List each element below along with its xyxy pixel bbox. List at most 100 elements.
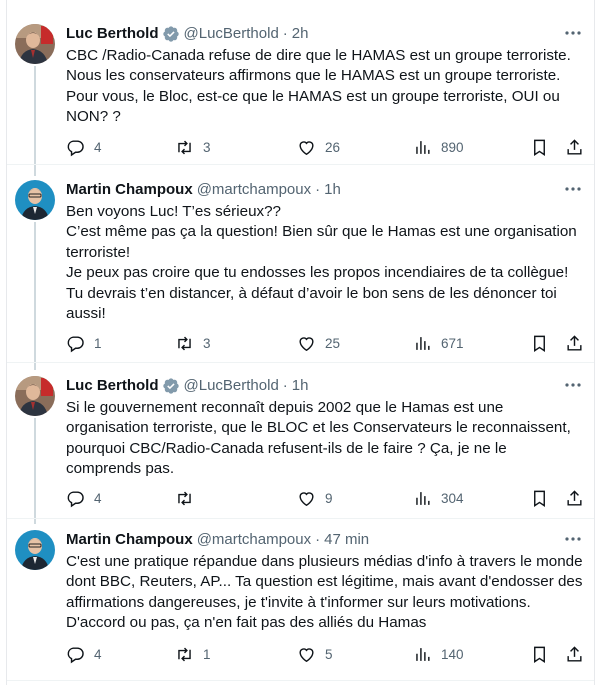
views-button[interactable]: 304 <box>413 487 464 509</box>
retweet-count: 3 <box>203 335 211 351</box>
views-count: 304 <box>441 490 464 506</box>
retweet-icon <box>178 336 191 350</box>
like-count: 5 <box>325 646 333 662</box>
retweet-count: 1 <box>203 646 211 662</box>
bookmark-button[interactable] <box>530 643 549 665</box>
separator-dot: · <box>282 377 288 394</box>
like-button[interactable]: 25 <box>297 332 340 354</box>
share-button[interactable] <box>565 332 584 354</box>
verified-badge-icon <box>162 378 179 394</box>
like-button[interactable]: 5 <box>297 643 333 665</box>
share-button[interactable] <box>565 136 584 158</box>
separator-dot: · <box>315 181 321 198</box>
tweet-paragraph: Si le gouvernement reconnaît depuis 2002… <box>66 399 571 478</box>
share-icon <box>567 334 582 351</box>
tweet[interactable]: Luc Berthold @LucBerthold · 2h CBC /Radi… <box>7 24 594 174</box>
share-icon <box>567 138 582 155</box>
author-name[interactable]: Martin Champoux <box>66 180 193 200</box>
timestamp[interactable]: 47 min <box>324 530 369 550</box>
tweet[interactable]: Martin Champoux @martchampoux · 47 min C… <box>7 530 594 680</box>
tweet-text: Ben voyons Luc! T’es sérieux?? C’est mêm… <box>66 202 584 324</box>
timestamp[interactable]: 1h <box>324 180 341 200</box>
views-count: 140 <box>441 646 464 662</box>
views-button[interactable]: 671 <box>413 332 464 354</box>
bookmark-button[interactable] <box>530 332 549 354</box>
views-count: 671 <box>441 335 464 351</box>
like-count: 26 <box>325 139 341 155</box>
reply-icon <box>67 335 84 352</box>
reply-count: 4 <box>94 490 102 506</box>
bookmark-button[interactable] <box>530 136 549 158</box>
tweet-header: Martin Champoux @martchampoux · 1h <box>66 180 554 200</box>
bookmark-button[interactable] <box>530 487 549 509</box>
divider <box>7 518 594 519</box>
tweet[interactable]: Luc Berthold @LucBerthold · 1h Si le gou… <box>7 376 594 516</box>
author-name[interactable]: Luc Berthold <box>66 376 159 396</box>
retweet-icon <box>178 647 191 661</box>
more-icon[interactable] <box>565 28 581 38</box>
avatar[interactable] <box>15 24 55 64</box>
tweet[interactable]: Martin Champoux @martchampoux · 1h Ben v… <box>7 180 594 370</box>
reply-count: 4 <box>94 139 102 155</box>
like-icon <box>299 336 314 351</box>
retweet-icon <box>178 140 191 154</box>
timestamp[interactable]: 1h <box>292 376 309 396</box>
like-button[interactable]: 26 <box>297 136 340 158</box>
like-icon <box>299 647 314 662</box>
tweet-text: CBC /Radio-Canada refuse de dire que le … <box>66 46 584 128</box>
verified-badge-icon <box>162 26 179 42</box>
tweet-text: Si le gouvernement reconnaît depuis 2002… <box>66 398 584 480</box>
like-icon <box>299 140 314 155</box>
more-icon[interactable] <box>565 184 581 194</box>
views-icon <box>416 491 430 505</box>
reply-button[interactable]: 4 <box>66 643 102 665</box>
author-handle[interactable]: @LucBerthold <box>184 24 279 44</box>
tweet-text: C'est une pratique répandue dans plusieu… <box>66 552 584 634</box>
frame-border-right <box>594 0 595 685</box>
share-button[interactable] <box>565 487 584 509</box>
share-button[interactable] <box>565 643 584 665</box>
views-button[interactable]: 140 <box>413 643 464 665</box>
action-bar: 1 3 25 671 <box>59 332 589 354</box>
divider <box>7 362 594 363</box>
separator-dot: · <box>315 531 321 548</box>
retweet-button[interactable]: 1 <box>175 643 211 665</box>
bookmark-icon <box>534 490 545 507</box>
reply-button[interactable]: 4 <box>66 487 102 509</box>
reply-button[interactable]: 4 <box>66 136 102 158</box>
separator-dot: · <box>282 25 288 42</box>
author-handle[interactable]: @LucBerthold <box>184 376 279 396</box>
retweet-icon <box>178 491 191 505</box>
views-icon <box>416 336 430 350</box>
views-button[interactable]: 890 <box>413 136 464 158</box>
timestamp[interactable]: 2h <box>292 24 309 44</box>
avatar[interactable] <box>15 530 55 570</box>
retweet-count: 3 <box>203 139 211 155</box>
retweet-button[interactable]: 3 <box>175 332 211 354</box>
avatar[interactable] <box>15 376 55 416</box>
more-icon[interactable] <box>565 534 581 544</box>
divider <box>7 164 594 165</box>
tweet-header: Luc Berthold @LucBerthold · 1h <box>66 376 554 396</box>
reply-count: 4 <box>94 646 102 662</box>
avatar[interactable] <box>15 180 55 220</box>
author-name[interactable]: Martin Champoux <box>66 530 193 550</box>
bookmark-icon <box>534 335 545 352</box>
tweet-paragraph: CBC /Radio-Canada refuse de dire que le … <box>66 47 571 126</box>
more-icon[interactable] <box>565 380 581 390</box>
tweet-paragraph: C’est même pas ça la question! Bien sûr … <box>66 223 577 261</box>
tweet-paragraph: Je peux pas croire que tu endosses les p… <box>66 264 569 323</box>
like-button[interactable]: 9 <box>297 487 333 509</box>
views-icon <box>416 647 430 661</box>
bookmark-icon <box>534 139 545 156</box>
action-bar: 4 3 26 890 <box>59 136 589 158</box>
reply-button[interactable]: 1 <box>66 332 102 354</box>
author-handle[interactable]: @martchampoux <box>197 530 311 550</box>
retweet-button[interactable] <box>175 487 203 509</box>
retweet-button[interactable]: 3 <box>175 136 211 158</box>
like-icon <box>299 491 314 506</box>
action-bar: 4 1 5 140 <box>59 643 589 665</box>
like-count: 25 <box>325 335 341 351</box>
author-handle[interactable]: @martchampoux <box>197 180 311 200</box>
author-name[interactable]: Luc Berthold <box>66 24 159 44</box>
